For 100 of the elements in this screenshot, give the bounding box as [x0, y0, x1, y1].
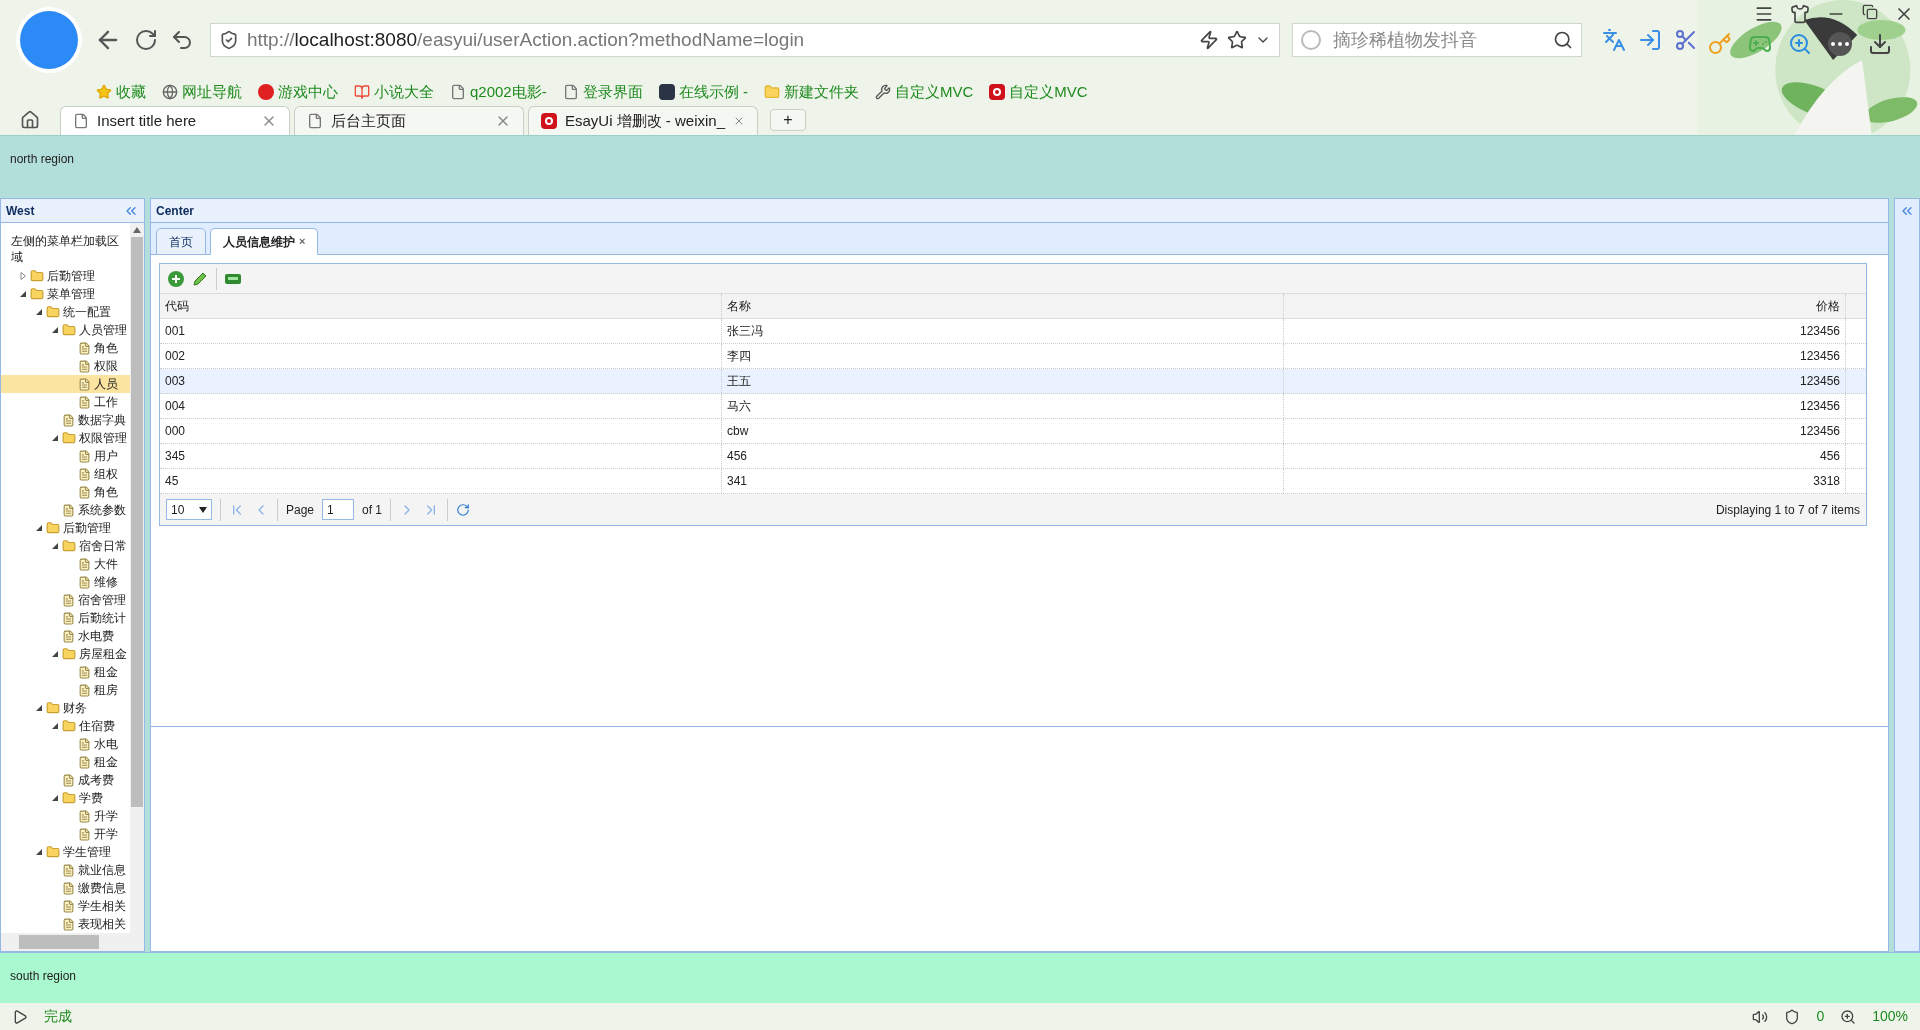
lightning-icon[interactable] [1199, 30, 1219, 50]
scrollbar[interactable] [130, 223, 144, 933]
tree-item[interactable]: 就业信息 [1, 861, 130, 879]
menu-icon[interactable] [1754, 4, 1774, 24]
horizontal-scrollbar[interactable] [1, 933, 144, 951]
tree-item[interactable]: 用户 [1, 447, 130, 465]
tree-item[interactable]: 后勤管理 [1, 267, 130, 285]
tree-item[interactable]: 住宿费 [1, 717, 130, 735]
speaker-icon[interactable] [1752, 1008, 1769, 1025]
bookmark[interactable]: 网址导航 [162, 80, 242, 104]
tab[interactable]: 首页 [156, 228, 206, 255]
tree-item[interactable]: 组权 [1, 465, 130, 483]
expanded-arrow-icon[interactable] [35, 704, 43, 712]
tree-item[interactable]: 后勤统计 [1, 609, 130, 627]
search-icon[interactable] [1553, 30, 1573, 50]
tree-item[interactable]: 租金 [1, 663, 130, 681]
home-icon[interactable] [20, 110, 40, 130]
tree-item[interactable]: 数据字典 [1, 411, 130, 429]
browser-tab[interactable]: EsayUi 增删改 - weixin_ [528, 106, 758, 135]
tree-item[interactable]: 后勤管理 [1, 519, 130, 537]
bookmark[interactable]: 登录界面 [562, 80, 643, 104]
tree-item[interactable]: 水电 [1, 735, 130, 753]
bookmark[interactable]: 游戏中心 [258, 80, 338, 104]
tree-item[interactable]: 宿舍管理 [1, 591, 130, 609]
bookmark[interactable]: 自定义MVC [874, 80, 974, 104]
tree-item[interactable]: 成考费 [1, 771, 130, 789]
expanded-arrow-icon[interactable] [51, 794, 59, 802]
table-row[interactable]: 001 张三冯 123456 [160, 319, 1866, 344]
tree-item[interactable]: 开学 [1, 825, 130, 843]
page-number-field[interactable]: 1 [322, 499, 355, 520]
expanded-arrow-icon[interactable] [51, 722, 59, 730]
tab[interactable]: 人员信息维护 × [210, 228, 319, 255]
search-bar[interactable]: 摘珍稀植物发抖音 [1292, 23, 1582, 57]
browser-tab[interactable]: 后台主页面 [294, 106, 524, 135]
tree-item[interactable]: 系统参数 [1, 501, 130, 519]
add-icon[interactable] [168, 270, 184, 287]
expanded-arrow-icon[interactable] [51, 542, 59, 550]
login-icon[interactable] [1638, 28, 1662, 52]
tree-item[interactable]: 维修 [1, 573, 130, 591]
tree-item[interactable]: 学生相关 [1, 897, 130, 915]
shirt-icon[interactable] [1790, 4, 1810, 24]
tree-item[interactable]: 角色 [1, 339, 130, 357]
collapsed-arrow-icon[interactable] [19, 272, 27, 280]
bookmark[interactable]: 小说大全 [354, 80, 434, 104]
tree-item[interactable]: 人员管理 [1, 321, 130, 339]
bookmark[interactable]: 在线示例 - [658, 80, 748, 104]
shield-icon[interactable] [1784, 1008, 1801, 1025]
magnifier-icon[interactable] [1788, 32, 1812, 56]
bookmark[interactable]: 自定义MVC [989, 80, 1088, 104]
expanded-arrow-icon[interactable] [51, 326, 59, 334]
table-row[interactable]: 003 王五 123456 [160, 369, 1866, 394]
zoom-level[interactable]: 100% [1872, 1006, 1908, 1027]
table-row[interactable]: 345 456 456 [160, 444, 1866, 469]
browser-tab[interactable]: Insert title here [60, 106, 290, 135]
tree-item[interactable]: 宿舍日常 [1, 537, 130, 555]
play-icon[interactable] [12, 1008, 28, 1025]
column-header[interactable]: 价格 [1284, 294, 1846, 318]
tree-item[interactable]: 缴费信息 [1, 879, 130, 897]
column-header[interactable]: 代码 [160, 294, 722, 318]
table-row[interactable]: 004 马六 123456 [160, 394, 1866, 419]
tree-item[interactable]: 财务 [1, 699, 130, 717]
expanded-arrow-icon[interactable] [35, 308, 43, 316]
zoom-icon[interactable] [1840, 1008, 1857, 1025]
tree-item[interactable]: 表现相关 [1, 915, 130, 933]
address-bar[interactable]: http://localhost:8080/easyui/userAction.action?methodName=login [210, 23, 1280, 57]
search-field[interactable]: 摘珍稀植物发抖音 [1333, 26, 1541, 54]
tab-close[interactable]: × [299, 233, 306, 250]
tree-item[interactable]: 租房 [1, 681, 130, 699]
tree-item[interactable]: 水电费 [1, 627, 130, 645]
bookmark[interactable]: 收藏 [96, 80, 146, 104]
tree-item[interactable]: 角色 [1, 483, 130, 501]
tree-item[interactable]: 工作 [1, 393, 130, 411]
pencil-icon[interactable] [192, 270, 208, 287]
tree-item[interactable]: 租金 [1, 753, 130, 771]
expanded-arrow-icon[interactable] [19, 290, 27, 298]
download-icon[interactable] [1868, 32, 1892, 56]
bookmark[interactable]: 新建文件夹 [763, 80, 859, 104]
scroll-up-icon[interactable] [133, 227, 141, 233]
translate-icon[interactable] [1602, 28, 1626, 52]
tree-item[interactable]: 升学 [1, 807, 130, 825]
bookmark[interactable]: q2002电影- [450, 80, 547, 104]
scissors-icon[interactable] [1674, 28, 1698, 52]
remove-icon[interactable] [225, 273, 241, 284]
tree-item[interactable]: 大件 [1, 555, 130, 573]
tree-item[interactable]: 权限 [1, 357, 130, 375]
expanded-arrow-icon[interactable] [51, 650, 59, 658]
new-tab-button[interactable]: + [770, 109, 806, 131]
restore-icon[interactable] [1862, 4, 1878, 20]
table-row[interactable]: 000 cbw 123456 [160, 419, 1866, 444]
tree-item[interactable]: 权限管理 [1, 429, 130, 447]
tree-item[interactable]: 统一配置 [1, 303, 130, 321]
expanded-arrow-icon[interactable] [51, 434, 59, 442]
refresh-icon[interactable] [456, 502, 471, 517]
expanded-arrow-icon[interactable] [35, 848, 43, 856]
star-icon[interactable] [1227, 30, 1247, 50]
column-header[interactable]: 名称 [722, 294, 1284, 318]
tree-item[interactable]: 学生管理 [1, 843, 130, 861]
tree-item[interactable]: 学费 [1, 789, 130, 807]
page-size-select[interactable]: 10 [166, 499, 212, 520]
tree-item[interactable]: 房屋租金 [1, 645, 130, 663]
